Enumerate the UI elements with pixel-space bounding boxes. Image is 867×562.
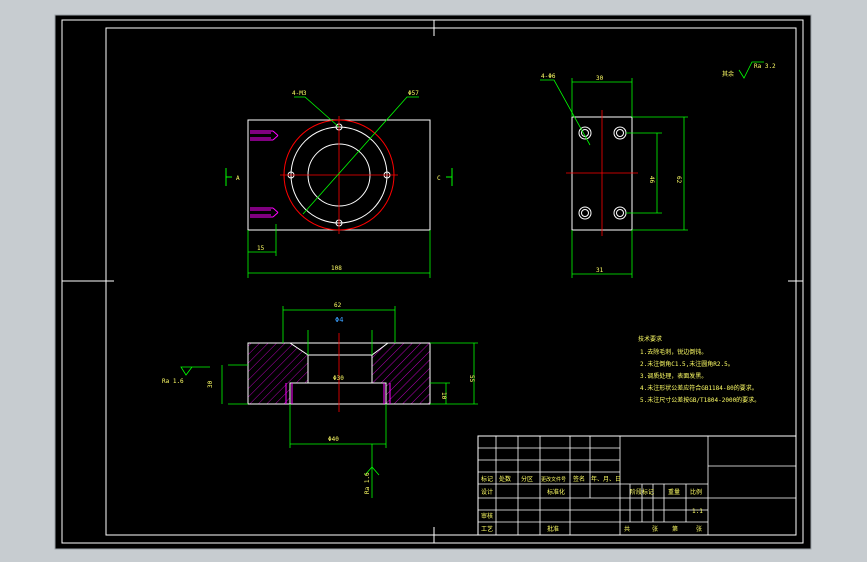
- tb-header-date: 年、月、日: [591, 475, 621, 483]
- tech-notes-title: 技术要求: [638, 335, 662, 343]
- tb-standard: 标准化: [547, 488, 565, 496]
- tb-sheet-no: 第: [672, 525, 678, 533]
- top-width-dim: 108: [331, 265, 342, 272]
- side-hole-label: 4-Φ6: [541, 73, 556, 80]
- tb-header-count: 处数: [499, 475, 511, 483]
- cad-drawing-canvas: 4-M3 Φ57 108 15 A C 30 4-Φ6 46 62 31 其余 …: [54, 14, 812, 550]
- tb-header-sign: 签名: [573, 475, 585, 483]
- tb-sheet-unit-1: 张: [652, 525, 658, 533]
- roughness-other-label: 其余: [722, 70, 734, 78]
- tb-scale-label: 比例: [690, 488, 702, 496]
- tb-header-zone: 分区: [521, 475, 533, 483]
- section-step: 10: [440, 392, 447, 400]
- tech-note-5: 5.未注尺寸公差按GB/T1804-2000的要求。: [640, 396, 760, 404]
- tb-process: 工艺: [481, 525, 493, 533]
- section-bore: Φ30: [333, 375, 344, 382]
- side-hole-spacing: 46: [648, 176, 655, 184]
- tb-weight: 重量: [668, 488, 680, 496]
- section-bore-top: Φ4: [335, 316, 343, 324]
- section-mark-right: C: [437, 175, 441, 182]
- side-top-width: 30: [596, 75, 604, 82]
- tb-approve: 批准: [547, 525, 559, 533]
- tech-note-1: 1.去除毛刺，锐边倒钝。: [640, 348, 707, 356]
- tech-note-2: 2.未注倒角C1.5,未注圆角R2.5。: [640, 360, 734, 368]
- top-slot-dim: 15: [257, 245, 265, 252]
- tb-sheet-total: 共: [624, 525, 630, 533]
- top-hole-label: 4-M3: [292, 90, 307, 97]
- roughness-other-value: Ra 3.2: [754, 63, 776, 70]
- tb-stage: 阶段标记: [630, 488, 654, 496]
- tb-header-file: 更改文件号: [541, 476, 566, 483]
- tb-sheet-unit-2: 张: [696, 525, 702, 533]
- tb-scale: 1:1: [692, 508, 703, 515]
- tb-design: 设计: [481, 488, 493, 496]
- tech-note-3: 3.调质处理，表面发黑。: [640, 372, 707, 380]
- side-bottom-width: 31: [596, 267, 604, 274]
- section-bottom-width: Φ40: [328, 436, 339, 443]
- black-canvas: [54, 14, 812, 550]
- tech-note-4: 4.未注形状公差应符合GB1184-80的要求。: [640, 384, 758, 392]
- section-height-left: 30: [207, 380, 214, 388]
- top-circle-label: Φ57: [408, 90, 419, 97]
- section-roughness-bottom: Ra 1.6: [364, 472, 371, 494]
- section-top-width: 62: [334, 302, 342, 309]
- section-roughness-left: Ra 1.6: [162, 378, 184, 385]
- section-height-right: 55: [468, 375, 475, 383]
- side-height: 62: [675, 176, 682, 184]
- tb-header-mark: 标记: [481, 475, 493, 483]
- section-mark-left: A: [236, 175, 240, 182]
- tb-review: 审核: [481, 512, 493, 520]
